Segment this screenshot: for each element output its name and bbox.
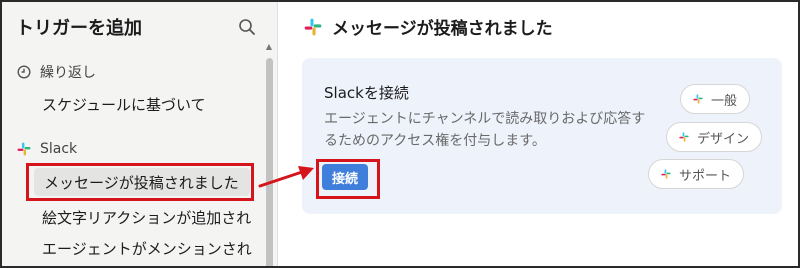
scroll-up-icon[interactable]: ▲	[264, 42, 274, 52]
section-slack: Slack	[16, 141, 77, 157]
channel-chip-general: 一般	[680, 84, 751, 114]
clock-icon	[16, 64, 32, 80]
section-label-recurring: 繰り返し	[40, 65, 96, 81]
channel-chip-design: デザイン	[666, 122, 763, 152]
search-icon[interactable]	[238, 18, 256, 36]
slack-logo-icon	[679, 132, 689, 142]
sidebar-item-agent-mentioned[interactable]: エージェントがメンションされ	[42, 238, 252, 259]
section-recurring: 繰り返し	[16, 62, 96, 82]
chip-label: サポート	[679, 168, 732, 184]
chip-label: デザイン	[697, 131, 750, 147]
sidebar-title: トリガーを追加	[16, 18, 142, 39]
annotation-highlight-connect-button	[316, 159, 380, 199]
slack-logo-icon	[661, 169, 671, 179]
slack-logo-icon	[693, 94, 703, 104]
sidebar-item-schedule[interactable]: スケジュールに基づいて	[42, 94, 206, 115]
slack-logo-icon	[16, 141, 32, 157]
card-description: エージェントにチャンネルで読み取りおよび応答するためのアクセス権を付与します。	[324, 111, 646, 149]
card-title: Slackを接続	[324, 84, 409, 102]
screenshot-frame: トリガーを追加 繰り返し スケジュールに基づいて Slack メッセージが投稿さ…	[0, 0, 800, 268]
page-title: メッセージが投稿されました	[332, 19, 553, 39]
scrollbar[interactable]: ▲	[264, 42, 274, 266]
annotation-arrow-icon	[258, 166, 314, 188]
channel-chip-support: サポート	[648, 159, 745, 189]
sidebar-item-emoji-reaction[interactable]: 絵文字リアクションが追加され	[42, 207, 251, 228]
slack-logo-icon	[304, 18, 322, 35]
page-header: メッセージが投稿されました	[304, 14, 553, 39]
annotation-highlight-sidebar-item	[26, 163, 254, 201]
chip-label: 一般	[711, 93, 738, 109]
sidebar: トリガーを追加 繰り返し スケジュールに基づいて Slack メッセージが投稿さ…	[2, 2, 278, 266]
section-label-slack: Slack	[40, 141, 78, 157]
